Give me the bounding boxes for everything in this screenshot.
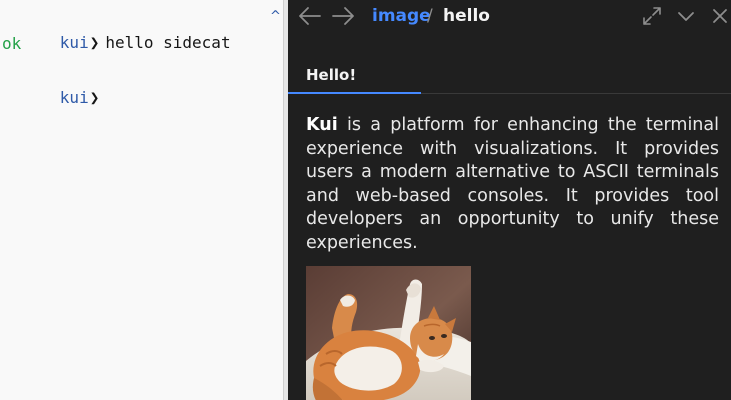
tab-label: Hello!: [306, 66, 357, 84]
prompt-label: kui: [59, 33, 89, 52]
breadcrumb-separator: /: [427, 6, 433, 26]
collapse-block-button[interactable]: ^: [270, 9, 281, 24]
close-icon: [713, 9, 727, 23]
terminal-pane[interactable]: kui❯ hello sidecat ok kui❯ ^: [0, 0, 283, 400]
command-block: kui❯ hello sidecat: [2, 10, 231, 52]
maximize-icon: [643, 7, 661, 25]
sidecar-pane: image / hello Hello! Kui is a platform f…: [288, 0, 731, 400]
sidecar-content: Kui is a platform for enhancing the term…: [306, 114, 719, 400]
kui-window: kui❯ hello sidecat ok kui❯ ^ image / hell…: [0, 0, 731, 400]
prompt-chevron: ❯: [89, 88, 100, 107]
breadcrumb-name: hello: [443, 6, 490, 26]
maximize-button[interactable]: [641, 5, 663, 27]
command-output: ok: [2, 34, 22, 53]
arrow-right-icon: [332, 7, 354, 25]
breadcrumb-kind[interactable]: image: [372, 6, 431, 26]
sidecar-tab-bar: Hello!: [288, 58, 731, 94]
chevron-down-icon: [678, 12, 694, 21]
brand-name: Kui: [306, 115, 338, 135]
prompt-label: kui: [59, 88, 89, 107]
intro-text: is a platform for enhancing the terminal…: [306, 115, 719, 253]
tab-hello[interactable]: Hello!: [288, 58, 421, 94]
prompt-chevron: ❯: [89, 33, 100, 52]
intro-paragraph: Kui is a platform for enhancing the term…: [306, 114, 719, 255]
minimize-button[interactable]: [675, 5, 697, 27]
cat-image: [306, 266, 471, 400]
sidecar-header: image / hello: [288, 0, 731, 34]
close-button[interactable]: [709, 5, 731, 27]
active-prompt[interactable]: kui❯: [2, 65, 105, 107]
command-text: hello sidecat: [105, 33, 231, 52]
arrow-left-icon: [299, 7, 321, 25]
forward-button[interactable]: [330, 5, 356, 27]
back-button[interactable]: [297, 5, 323, 27]
